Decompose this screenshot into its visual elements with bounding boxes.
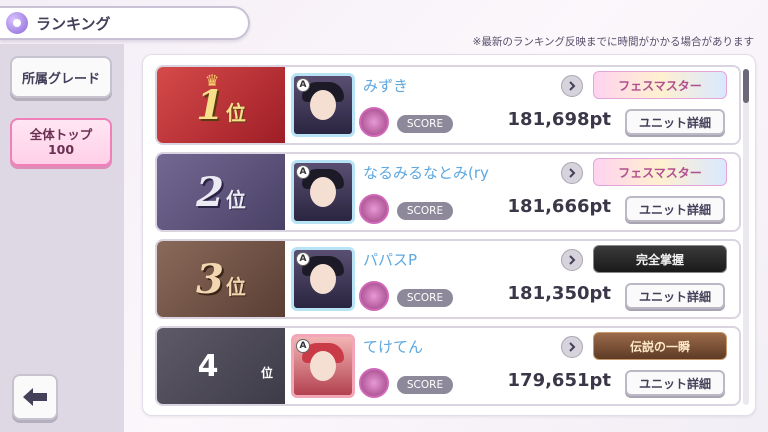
title-badge: 伝説の一瞬 [593, 332, 727, 360]
avatar-face [310, 264, 336, 294]
score-label: SCORE [397, 115, 453, 133]
overall-top-count: 100 [47, 142, 75, 157]
scrollbar-track[interactable] [743, 69, 749, 405]
player-name: なるみるなとみ(ry [363, 164, 489, 182]
overall-top-label: 全体トップ [29, 127, 93, 142]
chevron-right-icon[interactable] [561, 162, 583, 184]
unit-detail-button[interactable]: ユニット詳細 [625, 196, 725, 222]
rank-medal-icon [359, 194, 389, 224]
score-label: SCORE [397, 202, 453, 220]
screen-header: ランキング [0, 6, 250, 40]
rank-medal-icon [359, 368, 389, 398]
attribute-badge-icon: A [296, 339, 310, 353]
ranking-list[interactable]: ♛ 1 位 A みずき フェスマスター SCORE 181,698pt ユニット… [142, 54, 756, 416]
scrollbar-thumb[interactable] [743, 69, 749, 103]
player-avatar[interactable]: A [291, 160, 355, 224]
rank-medal-icon [359, 107, 389, 137]
rank-block: 4 位 [157, 328, 285, 404]
player-name: パパスP [363, 251, 418, 269]
avatar-face [310, 177, 336, 207]
crown-icon: ♛ [205, 71, 220, 90]
unit-detail-button[interactable]: ユニット詳細 [625, 370, 725, 396]
player-avatar[interactable]: A [291, 334, 355, 398]
rank-block: 3 位 [157, 241, 285, 317]
score-value: 181,698pt [507, 109, 611, 130]
ranking-notice: ※最新のランキング反映までに時間がかかる場合があります [472, 36, 754, 48]
ranking-row[interactable]: 3 位 A パパスP 完全掌握 SCORE 181,350pt ユニット詳細 [155, 239, 741, 319]
chevron-right-icon[interactable] [561, 75, 583, 97]
ranking-row[interactable]: ♛ 1 位 A みずき フェスマスター SCORE 181,698pt ユニット… [155, 65, 741, 145]
score-label: SCORE [397, 376, 453, 394]
attribute-badge-icon: A [296, 252, 310, 266]
title-badge: フェスマスター [593, 71, 727, 99]
avatar-face [310, 90, 336, 120]
score-label: SCORE [397, 289, 453, 307]
player-name: てけてん [363, 338, 424, 356]
ranking-row[interactable]: 2 位 A なるみるなとみ(ry フェスマスター SCORE 181,666pt… [155, 152, 741, 232]
attribute-badge-icon: A [296, 78, 310, 92]
back-arrow-icon [23, 388, 47, 406]
rank-suffix: 位 [225, 100, 246, 125]
unit-detail-button[interactable]: ユニット詳細 [625, 283, 725, 309]
player-avatar[interactable]: A [291, 73, 355, 137]
rank-suffix: 位 [225, 187, 246, 212]
ranking-row[interactable]: 4 位 A てけてん 伝説の一瞬 SCORE 179,651pt ユニット詳細 [155, 326, 741, 406]
back-button[interactable] [12, 374, 58, 420]
chevron-right-icon[interactable] [561, 249, 583, 271]
title-badge: 完全掌握 [593, 245, 727, 273]
score-value: 181,350pt [507, 283, 611, 304]
affiliated-grade-label: 所属グレード [21, 71, 100, 87]
chevron-right-icon[interactable] [561, 336, 583, 358]
avatar-face [310, 351, 336, 381]
ranking-icon [6, 12, 28, 34]
affiliated-grade-button[interactable]: 所属グレード [10, 56, 112, 98]
unit-detail-button[interactable]: ユニット詳細 [625, 109, 725, 135]
rank-block: 2 位 [157, 154, 285, 230]
player-avatar[interactable]: A [291, 247, 355, 311]
rank-number: 2 [196, 168, 224, 216]
rank-suffix: 位 [260, 366, 273, 380]
page-title: ランキング [36, 14, 111, 33]
rank-number: 3 [196, 255, 224, 303]
rank-number: 4 [197, 348, 219, 384]
score-value: 179,651pt [507, 370, 611, 391]
title-badge: フェスマスター [593, 158, 727, 186]
player-name: みずき [363, 77, 409, 95]
rank-block: ♛ 1 位 [157, 67, 285, 143]
rank-medal-icon [359, 281, 389, 311]
score-value: 181,666pt [507, 196, 611, 217]
overall-top100-button[interactable]: 全体トップ 100 [10, 118, 112, 166]
rank-suffix: 位 [225, 274, 246, 299]
attribute-badge-icon: A [296, 165, 310, 179]
sidebar: 所属グレード 全体トップ 100 [0, 44, 124, 432]
